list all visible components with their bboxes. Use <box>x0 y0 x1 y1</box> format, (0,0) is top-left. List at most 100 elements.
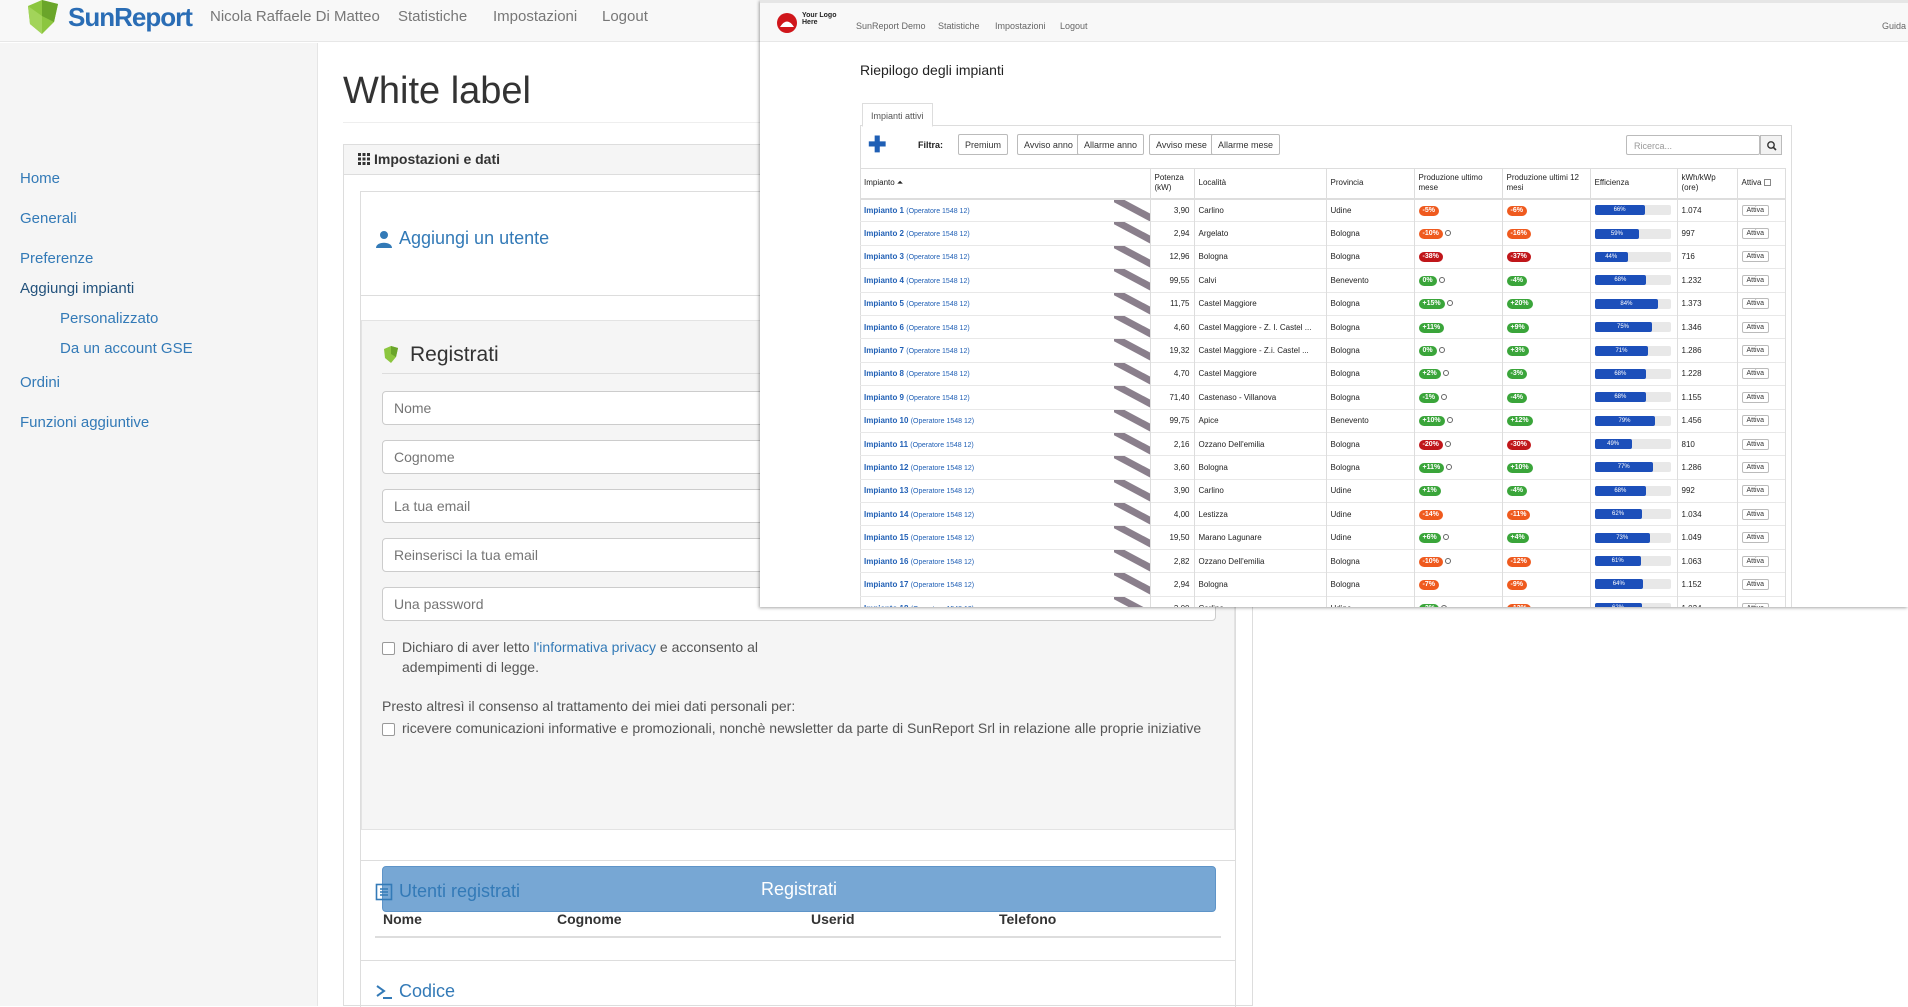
col-potenza[interactable]: Potenza (kW) <box>1150 168 1195 200</box>
plant-name-cell[interactable]: Impianto 14 (Operatore 1548 12) <box>860 502 1151 526</box>
attiva-button[interactable]: Attiva <box>1741 321 1770 333</box>
attiva-button[interactable]: Attiva <box>1741 555 1770 567</box>
filter-avviso-mese[interactable]: Avviso mese <box>1149 134 1214 155</box>
plant-name-cell[interactable]: Impianto 11 (Operatore 1548 12) <box>860 431 1151 456</box>
info-circle-icon[interactable] <box>1446 417 1453 424</box>
sidebar-item-aggiungi-impianti[interactable]: Aggiungi impianti <box>20 280 134 297</box>
attiva-button[interactable]: Attiva <box>1741 438 1770 450</box>
privacy-checkbox[interactable] <box>382 642 395 655</box>
table-row[interactable]: Impianto 9 (Operatore 1548 12) 71,40 Caste… <box>860 385 1786 410</box>
attiva-button[interactable]: Attiva <box>1741 204 1770 216</box>
sidebar-item-account-gse[interactable]: Da un account GSE <box>60 340 193 357</box>
select-all-checkbox[interactable] <box>1763 179 1771 187</box>
plant-link[interactable]: Impianto 9 <box>864 393 904 402</box>
table-row[interactable]: Impianto 11 (Operatore 1548 12) 2,16 Ozzan… <box>860 431 1786 456</box>
plant-link[interactable]: Impianto 2 <box>864 229 904 238</box>
attiva-button[interactable]: Attiva <box>1741 298 1770 310</box>
table-row[interactable]: Impianto 3 (Operatore 1548 12) 12,96 Bolog… <box>860 244 1786 269</box>
table-row[interactable]: Impianto 12 (Operatore 1548 12) 3,60 Bolog… <box>860 455 1786 480</box>
table-row[interactable]: Impianto 18 (Operatore 1548 12)3,00Carli… <box>860 595 1786 607</box>
sidebar-item-personalizzato[interactable]: Personalizzato <box>60 310 158 327</box>
table-row[interactable]: Impianto 7 (Operatore 1548 12) 19,32 Caste… <box>860 338 1786 363</box>
plant-link[interactable]: Impianto 17 <box>864 580 908 589</box>
info-circle-icon[interactable] <box>1442 370 1449 377</box>
col-prod-12-mesi[interactable]: Produzione ultimi 12 mesi <box>1502 168 1591 200</box>
add-user-link[interactable]: Aggiungi un utente <box>375 228 549 249</box>
plant-name-cell[interactable]: Impianto 4 (Operatore 1548 12) <box>860 268 1151 293</box>
plant-name-cell[interactable]: Impianto 2 (Operatore 1548 12) <box>860 221 1151 246</box>
sidebar-item-funzioni-aggiuntive[interactable]: Funzioni aggiuntive <box>20 414 149 431</box>
attiva-button[interactable]: Attiva <box>1741 274 1770 286</box>
filter-allarme-mese[interactable]: Allarme mese <box>1211 134 1281 155</box>
plant-name-cell[interactable]: Impianto 6 (Operatore 1548 12) <box>860 314 1151 339</box>
table-row[interactable]: Impianto 16 (Operatore 1548 12) 2,82 Ozzan… <box>860 548 1786 573</box>
plant-link[interactable]: Impianto 4 <box>864 276 904 285</box>
overlay-nav-logout[interactable]: Logout <box>1060 21 1088 31</box>
plant-name-cell[interactable]: Impianto 18 (Operatore 1548 12) <box>860 595 1151 607</box>
plant-name-cell[interactable]: Impianto 9 (Operatore 1548 12) <box>860 385 1151 410</box>
plant-name-cell[interactable]: Impianto 7 (Operatore 1548 12) <box>860 338 1151 363</box>
overlay-nav-statistiche[interactable]: Statistiche <box>938 21 980 31</box>
registered-users-link[interactable]: Utenti registrati <box>375 881 520 902</box>
overlay-nav-impostazioni[interactable]: Impostazioni <box>995 21 1046 31</box>
plant-name-cell[interactable]: Impianto 3 (Operatore 1548 12) <box>860 244 1151 269</box>
search-button[interactable] <box>1760 135 1782 155</box>
sidebar-item-home[interactable]: Home <box>20 170 60 187</box>
sidebar-item-preferenze[interactable]: Preferenze <box>20 250 93 267</box>
attiva-button[interactable]: Attiva <box>1741 461 1770 473</box>
col-impianto[interactable]: Impianto ⏶ <box>860 168 1151 200</box>
col-kwh-kwp[interactable]: kWh/kWp (ore) <box>1677 168 1738 200</box>
nav-statistiche[interactable]: Statistiche <box>398 8 467 25</box>
col-efficienza[interactable]: Efficienza <box>1590 168 1678 200</box>
brand[interactable]: SunReport <box>24 0 193 34</box>
plant-link[interactable]: Impianto 14 <box>864 510 908 519</box>
plant-link[interactable]: Impianto 10 <box>864 416 908 425</box>
plant-link[interactable]: Impianto 3 <box>864 252 904 261</box>
plant-name-cell[interactable]: Impianto 16 (Operatore 1548 12) <box>860 548 1151 573</box>
table-row[interactable]: Impianto 13 (Operatore 1548 12) 3,90 Carli… <box>860 478 1786 503</box>
attiva-button[interactable]: Attiva <box>1741 368 1770 380</box>
info-circle-icon[interactable] <box>1444 440 1451 447</box>
attiva-button[interactable]: Attiva <box>1741 485 1770 497</box>
table-row[interactable]: Impianto 14 (Operatore 1548 12) 4,00 Lesti… <box>860 502 1786 526</box>
col-provincia[interactable]: Provincia <box>1326 168 1415 200</box>
table-row[interactable]: Impianto 5 (Operatore 1548 12) 11,75 Caste… <box>860 291 1786 316</box>
attiva-button[interactable]: Attiva <box>1741 251 1770 263</box>
code-link[interactable]: Codice <box>375 981 455 1002</box>
plant-name-cell[interactable]: Impianto 13 (Operatore 1548 12) <box>860 478 1151 503</box>
plant-search-input[interactable]: Ricerca... <box>1626 135 1760 155</box>
plant-name-cell[interactable]: Impianto 15 (Operatore 1548 12) <box>860 525 1151 550</box>
attiva-button[interactable]: Attiva <box>1741 578 1770 590</box>
attiva-button[interactable]: Attiva <box>1741 602 1770 607</box>
plant-link[interactable]: Impianto 12 <box>864 463 908 472</box>
plant-link[interactable]: Impianto 13 <box>864 486 908 495</box>
info-circle-icon[interactable] <box>1446 463 1453 470</box>
plant-name-cell[interactable]: Impianto 1 (Operatore 1548 12) <box>860 197 1151 222</box>
filter-allarme-anno[interactable]: Allarme anno <box>1077 134 1145 155</box>
sidebar-item-generali[interactable]: Generali <box>20 210 77 227</box>
plant-link[interactable]: Impianto 7 <box>864 346 904 355</box>
info-circle-icon[interactable] <box>1440 393 1447 400</box>
filter-premium[interactable]: Premium <box>958 134 1009 155</box>
table-row[interactable]: Impianto 6 (Operatore 1548 12) 4,60 Castel… <box>860 314 1786 339</box>
plant-link[interactable]: Impianto 16 <box>864 557 908 566</box>
plant-name-cell[interactable]: Impianto 5 (Operatore 1548 12) <box>860 291 1151 316</box>
plant-link[interactable]: Impianto 15 <box>864 533 908 542</box>
table-row[interactable]: Impianto 2 (Operatore 1548 12) 2,94 Argela… <box>860 221 1786 246</box>
newsletter-checkbox[interactable] <box>382 723 395 736</box>
plant-name-cell[interactable]: Impianto 12 (Operatore 1548 12) <box>860 455 1151 480</box>
plant-link[interactable]: Impianto 1 <box>864 206 904 215</box>
info-circle-icon[interactable] <box>1440 604 1447 607</box>
table-row[interactable]: Impianto 8 (Operatore 1548 12) 4,70 Castel… <box>860 361 1786 386</box>
nav-user-name[interactable]: Nicola Raffaele Di Matteo <box>210 8 380 25</box>
info-circle-icon[interactable] <box>1442 534 1449 541</box>
add-plant-icon[interactable]: ✚ <box>868 134 886 156</box>
attiva-button[interactable]: Attiva <box>1741 532 1770 544</box>
plant-name-cell[interactable]: Impianto 8 (Operatore 1548 12) <box>860 361 1151 386</box>
info-circle-icon[interactable] <box>1444 230 1451 237</box>
plant-link[interactable]: Impianto 8 <box>864 369 904 378</box>
attiva-button[interactable]: Attiva <box>1741 508 1770 520</box>
attiva-button[interactable]: Attiva <box>1741 391 1770 403</box>
info-circle-icon[interactable] <box>1438 347 1445 354</box>
overlay-nav-demo[interactable]: SunReport Demo <box>856 21 926 31</box>
